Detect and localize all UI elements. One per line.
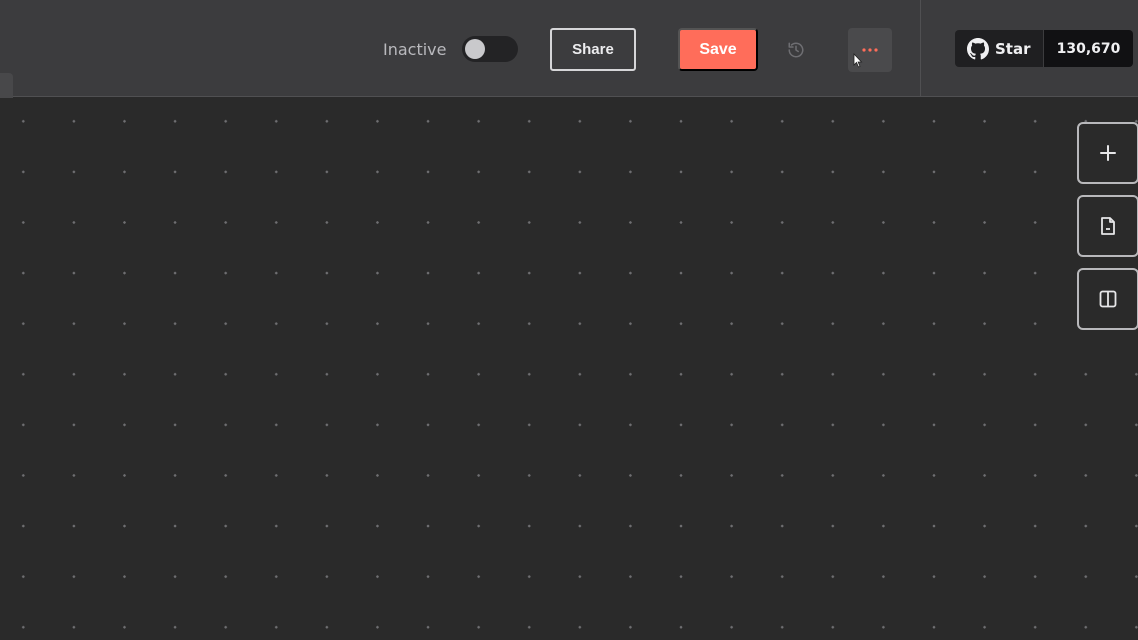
- header-divider: [920, 0, 921, 97]
- history-icon: [788, 42, 804, 58]
- github-star-label: Star: [995, 39, 1031, 58]
- save-button[interactable]: Save: [678, 28, 758, 71]
- workflow-editor: Inactive Share Save Star 130,670: [0, 0, 1138, 640]
- github-star-count[interactable]: 130,670: [1044, 30, 1133, 67]
- mouse-pointer-icon: [853, 53, 863, 68]
- active-toggle[interactable]: [462, 36, 518, 62]
- plus-icon: [1100, 145, 1116, 161]
- github-star-button[interactable]: Star: [955, 30, 1043, 67]
- sticky-note-icon: [1101, 217, 1115, 235]
- github-icon: [967, 37, 989, 59]
- add-node-button[interactable]: [1077, 122, 1138, 184]
- active-status-label: Inactive: [383, 40, 447, 59]
- editor-header: Inactive Share Save Star 130,670: [0, 0, 1138, 123]
- share-button[interactable]: Share: [550, 28, 636, 71]
- workflow-history-button[interactable]: [783, 37, 809, 63]
- workflow-canvas[interactable]: [0, 98, 1138, 640]
- toggle-panel-button[interactable]: [1077, 268, 1138, 330]
- panel-icon: [1099, 290, 1117, 308]
- toggle-knob: [465, 39, 485, 59]
- add-sticky-note-button[interactable]: [1077, 195, 1138, 257]
